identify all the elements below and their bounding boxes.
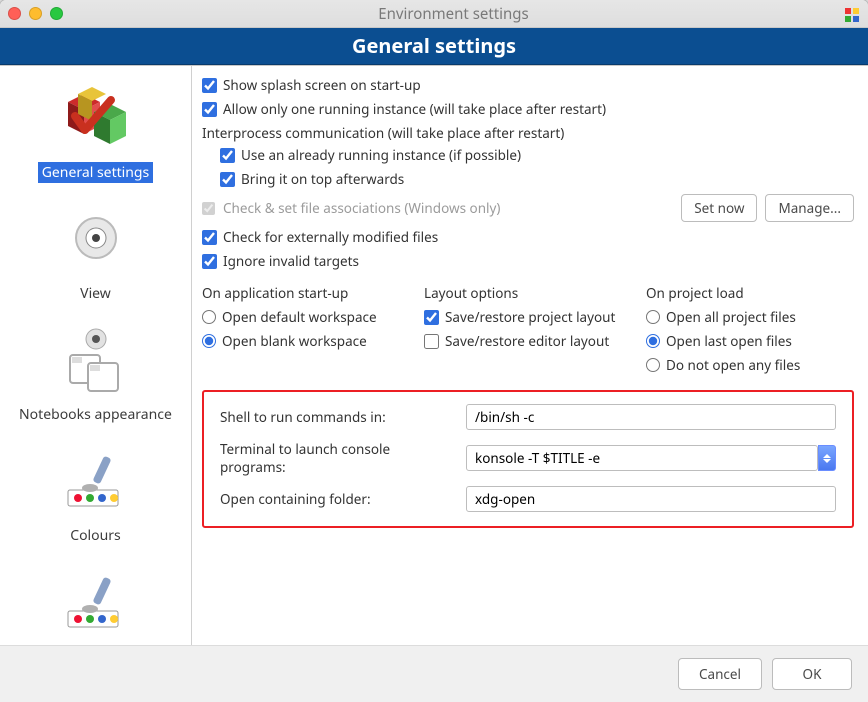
save-editor-layout-label: Save/restore editor layout <box>445 332 609 350</box>
check-ext-label: Check for externally modified files <box>223 228 438 246</box>
titlebar: Environment settings <box>0 0 868 28</box>
colours-icon <box>56 443 136 521</box>
open-default-radio[interactable] <box>202 310 216 324</box>
sidebar-item-general[interactable]: General settings <box>0 74 191 189</box>
window-controls <box>8 7 63 20</box>
sidebar-item-notebooks[interactable]: Notebooks appearance <box>0 316 191 431</box>
use-running-checkbox[interactable] <box>220 148 235 163</box>
open-none-radio[interactable] <box>646 358 660 372</box>
terminal-dropdown-button[interactable] <box>818 445 836 471</box>
settings-window: Environment settings General settings <box>0 0 868 702</box>
minimize-window-icon[interactable] <box>29 7 42 20</box>
notebooks-icon <box>56 322 136 400</box>
sidebar-item-view[interactable]: View <box>0 195 191 310</box>
general-settings-icon <box>56 80 136 158</box>
chevron-down-icon <box>823 459 831 463</box>
splash-label: Show splash screen on start-up <box>223 76 421 94</box>
window-title: Environment settings <box>63 4 844 24</box>
startup-title: On application start-up <box>202 284 410 302</box>
shell-input[interactable] <box>466 404 836 430</box>
app-icon <box>844 6 860 22</box>
page-banner: General settings <box>0 28 868 65</box>
file-assoc-label: Check & set file associations (Windows o… <box>223 199 500 217</box>
one-instance-checkbox[interactable] <box>202 102 217 117</box>
startup-group: On application start-up Open default wor… <box>202 284 410 380</box>
maximize-window-icon[interactable] <box>50 7 63 20</box>
dialog-body: General settings View <box>0 65 868 645</box>
layout-title: Layout options <box>424 284 632 302</box>
save-project-layout-label: Save/restore project layout <box>445 308 615 326</box>
sidebar-label: Colours <box>66 525 125 546</box>
main-panel: Show splash screen on start-up Allow onl… <box>192 66 868 645</box>
sidebar-label: General settings <box>38 162 154 183</box>
use-running-label: Use an already running instance (if poss… <box>241 146 521 164</box>
shell-label: Shell to run commands in: <box>220 408 456 426</box>
file-assoc-checkbox <box>202 202 215 215</box>
terminal-input[interactable] <box>466 445 818 471</box>
paths-highlight: Shell to run commands in: Terminal to la… <box>202 390 854 528</box>
bring-top-checkbox[interactable] <box>220 172 235 187</box>
splash-checkbox[interactable] <box>202 78 217 93</box>
one-instance-label: Allow only one running instance (will ta… <box>223 100 606 118</box>
ignore-invalid-label: Ignore invalid targets <box>223 252 359 270</box>
project-load-group: On project load Open all project files O… <box>646 284 854 380</box>
sidebar-label: Notebooks appearance <box>15 404 176 425</box>
manage-button[interactable]: Manage... <box>765 194 854 222</box>
sidebar-item-extra[interactable] <box>0 558 191 645</box>
terminal-label: Terminal to launch console programs: <box>220 440 456 476</box>
ok-button[interactable]: OK <box>772 658 852 690</box>
view-icon <box>56 201 136 279</box>
set-now-button[interactable]: Set now <box>681 194 757 222</box>
sidebar-label: View <box>76 283 115 304</box>
extra-icon <box>56 564 136 642</box>
open-blank-radio[interactable] <box>202 334 216 348</box>
project-load-title: On project load <box>646 284 854 302</box>
open-blank-label: Open blank workspace <box>222 332 367 350</box>
cancel-button[interactable]: Cancel <box>678 658 762 690</box>
check-ext-checkbox[interactable] <box>202 230 217 245</box>
category-sidebar: General settings View <box>0 66 192 645</box>
open-none-label: Do not open any files <box>666 356 800 374</box>
open-last-label: Open last open files <box>666 332 792 350</box>
open-last-radio[interactable] <box>646 334 660 348</box>
folder-label: Open containing folder: <box>220 490 456 508</box>
open-all-label: Open all project files <box>666 308 796 326</box>
chevron-up-icon <box>823 454 831 458</box>
sidebar-item-colours[interactable]: Colours <box>0 437 191 552</box>
open-default-label: Open default workspace <box>222 308 377 326</box>
save-project-layout-checkbox[interactable] <box>424 310 439 325</box>
ipc-group-label: Interprocess communication (will take pl… <box>202 124 854 142</box>
bring-top-label: Bring it on top afterwards <box>241 170 404 188</box>
open-all-radio[interactable] <box>646 310 660 324</box>
save-editor-layout-checkbox[interactable] <box>424 334 439 349</box>
ignore-invalid-checkbox[interactable] <box>202 254 217 269</box>
folder-input[interactable] <box>466 486 836 512</box>
close-window-icon[interactable] <box>8 7 21 20</box>
layout-group: Layout options Save/restore project layo… <box>424 284 632 380</box>
dialog-footer: Cancel OK <box>0 645 868 702</box>
